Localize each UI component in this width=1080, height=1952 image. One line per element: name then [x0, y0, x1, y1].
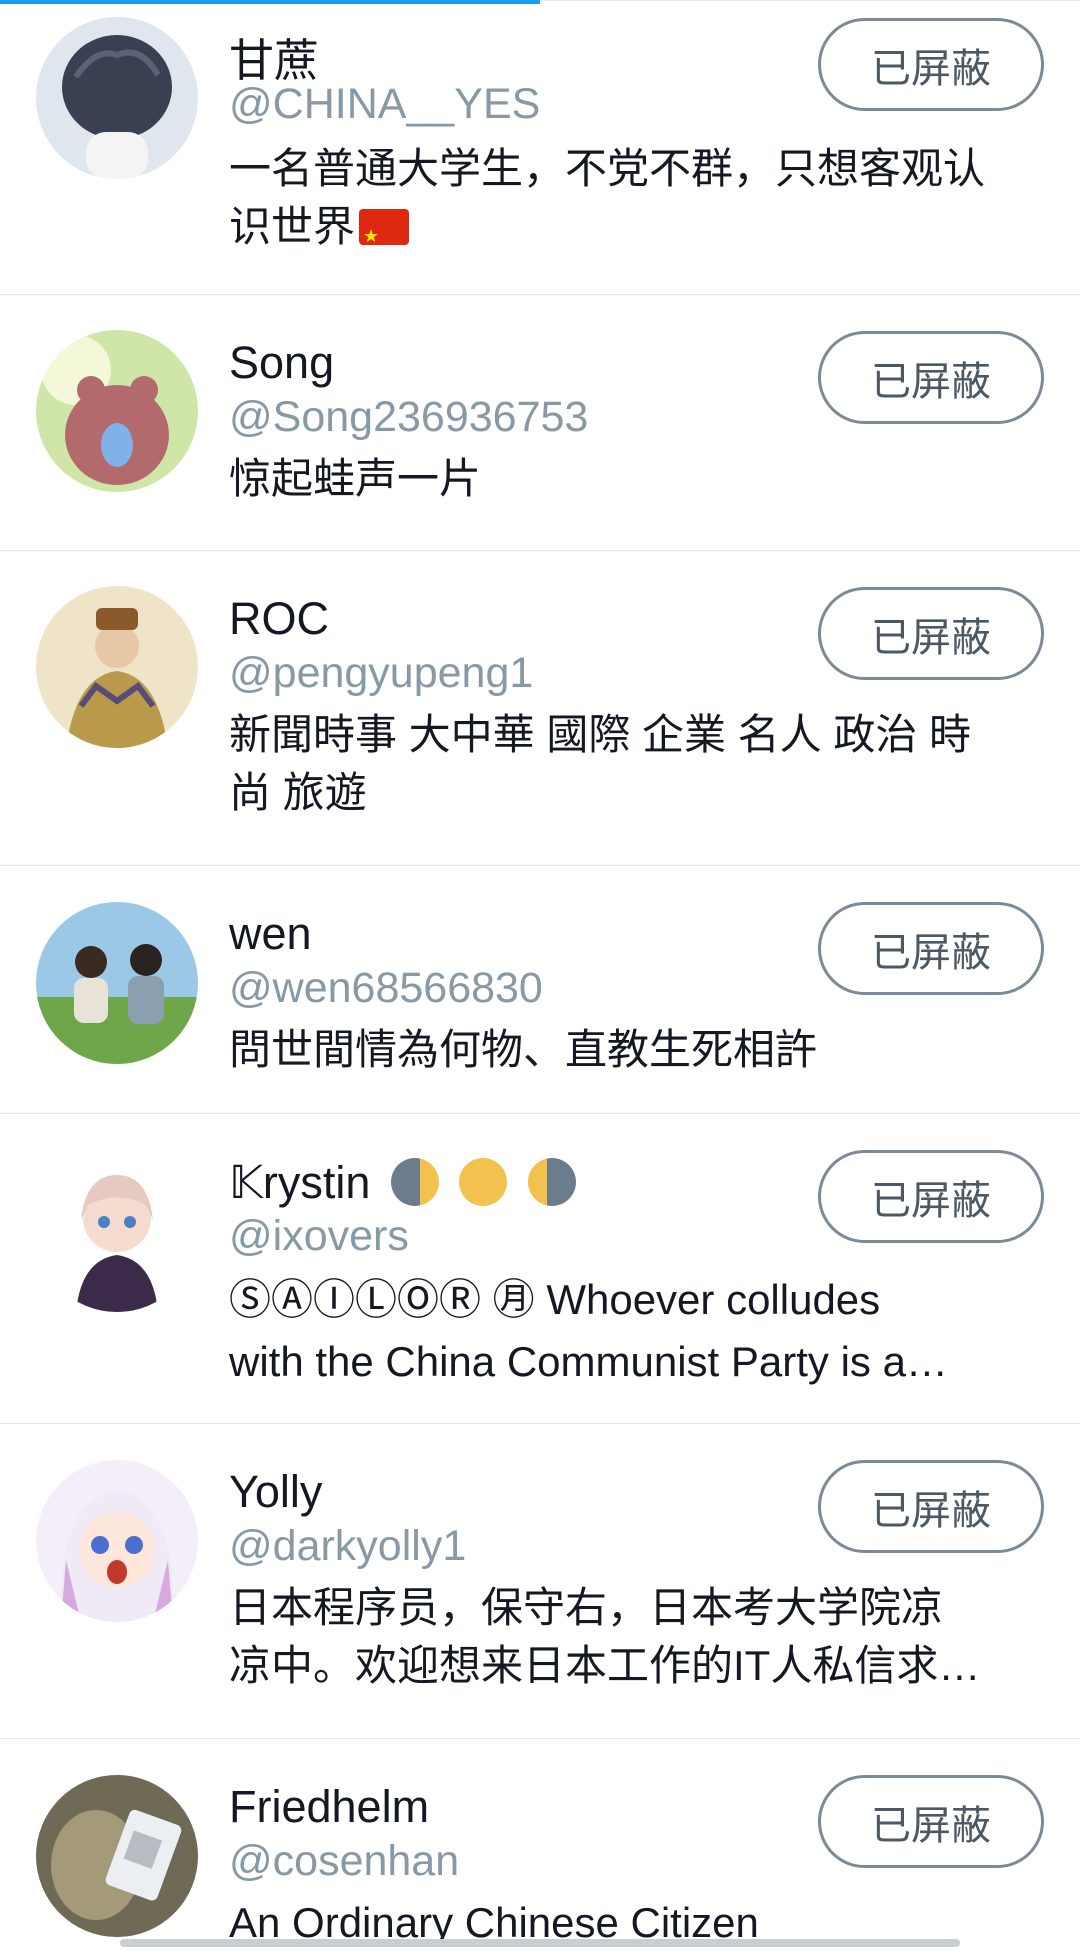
user-name: 𝕂rystin [229, 1156, 576, 1209]
user-bio: 新聞時事 大中華 國際 企業 名人 政治 時 尚 旅遊 [229, 711, 972, 816]
user-bio: 一名普通大学生，不党不群，只想客观认 识世界 [229, 140, 1039, 256]
user-handle: @darkyolly1 [229, 1522, 467, 1570]
user-name: wen [229, 908, 312, 959]
user-bio: 問世間情為何物、直教生死相許 [229, 1026, 818, 1073]
list-item[interactable]: Friedhelm @cosenhan An Ordinary Chinese … [0, 1739, 1080, 1947]
user-name: Yolly [229, 1466, 323, 1517]
user-handle: @Song236936753 [229, 393, 589, 441]
avatar[interactable] [36, 17, 198, 179]
blocked-button[interactable]: 已屏蔽 [818, 1150, 1044, 1243]
user-handle: @pengyupeng1 [229, 649, 534, 697]
user-handle: @CHINA__YES [229, 80, 541, 128]
waxing-moon-icon [390, 1158, 439, 1206]
avatar[interactable] [36, 1460, 198, 1622]
list-item[interactable]: ROC @pengyupeng1 新聞時事 大中華 國際 企業 名人 政治 時 … [0, 551, 1080, 866]
user-handle: @wen68566830 [229, 964, 543, 1012]
user-name: ROC [229, 593, 329, 644]
avatar[interactable] [36, 330, 198, 492]
full-moon-icon [459, 1158, 508, 1206]
list-item[interactable]: wen @wen68566830 問世間情為何物、直教生死相許 已屏蔽 [0, 866, 1080, 1114]
user-bio: 日本程序员，保守右，日本考大学院凉 凉中。欢迎想来日本工作的IT人私信求… [229, 1584, 981, 1689]
blocked-button[interactable]: 已屏蔽 [818, 902, 1044, 995]
list-item[interactable]: 甘蔗 @CHINA__YES 一名普通大学生，不党不群，只想客观认 识世界 已屏… [0, 0, 1080, 295]
user-name: Song [229, 337, 335, 388]
blocked-button[interactable]: 已屏蔽 [818, 1460, 1044, 1553]
user-bio: 惊起蛙声一片 [229, 455, 482, 502]
scroll-indicator[interactable] [120, 1939, 960, 1947]
waning-moon-icon [527, 1158, 576, 1206]
list-item[interactable]: 𝕂rystin @ixovers ⓈⒶⒾⓁⓄⓇ ㊊ Whoever collud… [0, 1114, 1080, 1424]
user-bio: ⓈⒶⒾⓁⓄⓇ ㊊ Whoever colludes with the China… [229, 1276, 948, 1385]
china-flag-icon [359, 207, 410, 256]
blocked-button[interactable]: 已屏蔽 [818, 18, 1044, 111]
blocked-button[interactable]: 已屏蔽 [818, 587, 1044, 680]
list-item[interactable]: Song @Song236936753 惊起蛙声一片 已屏蔽 [0, 295, 1080, 551]
user-handle: @cosenhan [229, 1837, 460, 1885]
blocked-button[interactable]: 已屏蔽 [818, 1775, 1044, 1868]
user-name: Friedhelm [229, 1781, 430, 1832]
list-item[interactable]: Yolly @darkyolly1 日本程序员，保守右，日本考大学院凉 凉中。欢… [0, 1424, 1080, 1739]
avatar[interactable] [36, 1150, 198, 1312]
avatar[interactable] [36, 586, 198, 748]
avatar[interactable] [36, 1775, 198, 1937]
blocked-button[interactable]: 已屏蔽 [818, 331, 1044, 424]
avatar[interactable] [36, 902, 198, 1064]
user-handle: @ixovers [229, 1212, 409, 1260]
